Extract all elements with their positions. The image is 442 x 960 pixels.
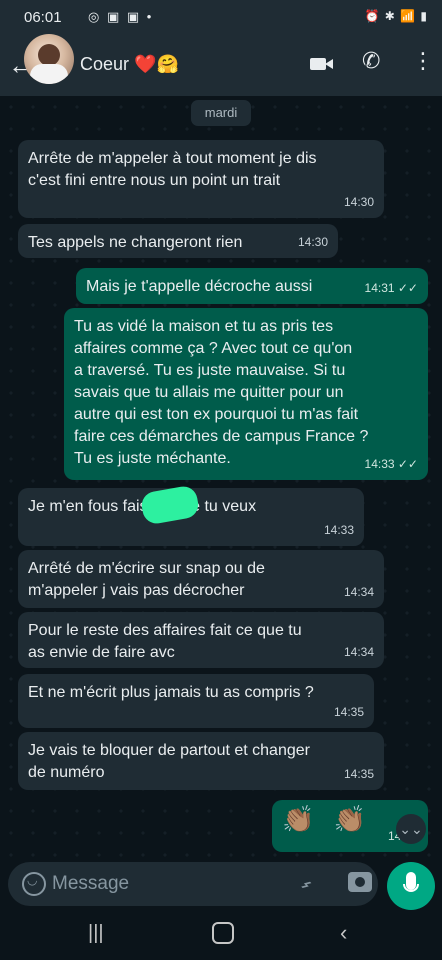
- message-field-container[interactable]: Message ⌁: [8, 862, 378, 906]
- message-bubble[interactable]: Tes appels ne changeront rien 14:30: [18, 224, 338, 258]
- message-text: Et ne m'écrit plus jamais tu as compris …: [28, 684, 314, 701]
- camera-icon[interactable]: [348, 872, 372, 892]
- status-indicators: ◎ ▣ ▣ •: [88, 9, 154, 24]
- message-time: 14:35: [343, 767, 374, 781]
- message-text: Mais je t'appelle décroche aussi: [86, 278, 313, 295]
- phone-call-icon[interactable]: ✆: [362, 48, 380, 74]
- message-bubble[interactable]: Je vais te bloquer de partout et changer…: [18, 732, 384, 790]
- chat-header: ← Coeur ❤️🤗 ✆ ⋮: [0, 34, 442, 96]
- message-time: 14:30: [343, 195, 374, 209]
- status-right-icons: ⏰ ✱ 📶 ▮: [364, 9, 428, 23]
- mic-stand: [403, 884, 419, 892]
- message-text: Arrêté de m'écrire sur snap ou de m'appe…: [28, 560, 265, 599]
- nav-back-button[interactable]: ‹: [340, 920, 347, 946]
- overflow-menu-icon[interactable]: ⋮: [412, 48, 434, 74]
- avatar-face: [38, 44, 60, 66]
- message-time: 14:31 ✓✓: [364, 281, 418, 295]
- status-time: 06:01: [24, 9, 62, 26]
- mic-button[interactable]: [387, 862, 435, 910]
- message-text: Pour le reste des affaires fait ce que t…: [28, 622, 302, 661]
- message-text: Tes appels ne changeront rien: [28, 234, 243, 251]
- message-time: 14:33 ✓✓: [364, 457, 418, 471]
- attach-icon[interactable]: ⌁: [293, 871, 319, 897]
- message-placeholder[interactable]: Message: [52, 873, 129, 895]
- message-input-bar: Message ⌁: [0, 860, 442, 910]
- avatar[interactable]: [24, 34, 74, 84]
- message-time: 14:34: [343, 585, 374, 599]
- system-navbar: ||| ‹: [0, 910, 442, 960]
- message-bubble[interactable]: Et ne m'écrit plus jamais tu as compris …: [18, 674, 374, 728]
- emoji-icon[interactable]: [22, 872, 46, 896]
- message-bubble[interactable]: Pour le reste des affaires fait ce que t…: [18, 612, 384, 668]
- message-time: 14:33: [323, 523, 354, 537]
- message-bubble[interactable]: Arrêté de m'écrire sur snap ou de m'appe…: [18, 550, 384, 608]
- message-bubble[interactable]: Mais je t'appelle décroche aussi 14:31 ✓…: [76, 268, 428, 304]
- message-time: 14:34: [343, 645, 374, 659]
- recents-button[interactable]: |||: [88, 922, 104, 945]
- message-text: Arrête de m'appeler à tout moment je dis…: [28, 150, 317, 189]
- status-bar: 06:01 ◎ ▣ ▣ • ⏰ ✱ 📶 ▮: [0, 0, 442, 34]
- video-camera-lens: [325, 59, 333, 69]
- contact-name[interactable]: Coeur ❤️🤗: [80, 54, 179, 75]
- scroll-down-button[interactable]: ⌄⌄: [396, 814, 426, 844]
- message-text: Tu as vidé la maison et tu as pris tes a…: [74, 318, 369, 467]
- message-text: Je vais te bloquer de partout et changer…: [28, 742, 310, 781]
- message-time: 14:35: [333, 705, 364, 719]
- avatar-cloth: [30, 64, 68, 84]
- message-bubble[interactable]: Tu as vidé la maison et tu as pris tes a…: [64, 308, 428, 480]
- message-bubble[interactable]: Arrête de m'appeler à tout moment je dis…: [18, 140, 384, 218]
- clap-emojis: 👏🏽 👏🏽: [282, 804, 372, 834]
- day-chip: mardi: [191, 100, 251, 126]
- home-button[interactable]: [212, 922, 234, 944]
- video-camera-body: [310, 58, 326, 70]
- message-time: 14:30: [297, 235, 328, 249]
